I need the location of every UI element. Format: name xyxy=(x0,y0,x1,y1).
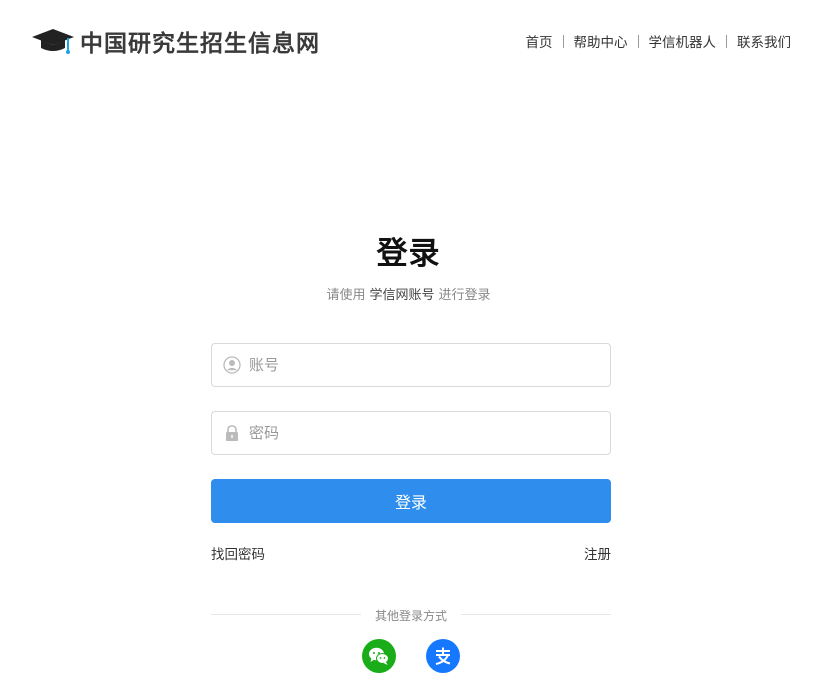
nav-robot[interactable]: 学信机器人 xyxy=(649,31,717,51)
subtitle-suffix: 进行登录 xyxy=(438,288,491,303)
password-field[interactable] xyxy=(211,411,611,455)
site-logo[interactable]: 中国研究生招生信息网 xyxy=(30,24,320,58)
login-title: 登录 xyxy=(376,236,441,272)
top-nav: 首页 帮助中心 学信机器人 联系我们 xyxy=(526,31,791,51)
nav-home[interactable]: 首页 xyxy=(526,31,553,51)
subtitle-account: 学信网账号 xyxy=(369,288,435,303)
alipay-icon xyxy=(435,647,451,665)
wechat-icon xyxy=(369,647,389,665)
other-login-divider: 其他登录方式 xyxy=(211,607,611,623)
lock-icon xyxy=(226,425,238,441)
username-input[interactable] xyxy=(249,356,579,374)
forgot-password-link[interactable]: 找回密码 xyxy=(211,543,265,563)
subtitle-prefix: 请使用 xyxy=(326,288,366,303)
site-header: 中国研究生招生信息网 首页 帮助中心 学信机器人 联系我们 xyxy=(0,0,817,82)
other-login-label: 其他登录方式 xyxy=(374,609,447,623)
nav-divider xyxy=(637,34,639,48)
nav-divider xyxy=(726,34,727,48)
user-icon xyxy=(223,356,241,374)
nav-help-center[interactable]: 帮助中心 xyxy=(574,31,628,51)
password-input[interactable] xyxy=(249,424,579,442)
graduation-cap-icon xyxy=(32,29,74,54)
login-subtitle: 请使用 学信网账号 进行登录 xyxy=(0,284,817,303)
alipay-login-button[interactable] xyxy=(426,639,460,673)
login-button[interactable]: 登录 xyxy=(211,479,611,523)
register-link[interactable]: 注册 xyxy=(584,543,611,563)
site-name: 中国研究生招生信息网 xyxy=(80,30,320,57)
nav-contact[interactable]: 联系我们 xyxy=(737,31,791,51)
wechat-login-button[interactable] xyxy=(362,639,396,673)
nav-divider xyxy=(562,34,564,48)
username-field[interactable] xyxy=(211,343,611,387)
